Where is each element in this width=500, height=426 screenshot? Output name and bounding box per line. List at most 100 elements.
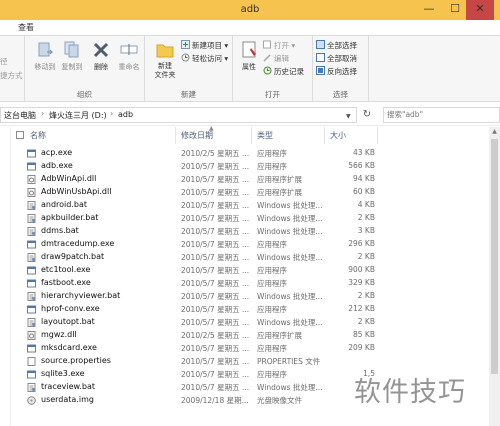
file-row[interactable]: layoutopt.bat 2010/5/7 星期五 ... Windows 批处理… (11, 316, 489, 329)
rename-button[interactable]: 重命名 (115, 40, 143, 72)
copy-path-label[interactable]: 径 (0, 56, 8, 68)
copy-to-button[interactable]: 复制到 (58, 40, 86, 72)
file-name: traceview.bat (41, 382, 95, 391)
column-date[interactable]: 修改日期 (181, 130, 213, 141)
file-icon (27, 357, 36, 366)
paste-shortcut-label[interactable]: 捷方式 (0, 70, 23, 82)
scroll-up-icon[interactable]: ▲ (489, 128, 500, 135)
file-date: 2010/5/7 星期五 ... (181, 370, 249, 379)
history-button[interactable]: 历史记录 (263, 66, 304, 78)
column-size[interactable]: 大小 (330, 130, 346, 141)
file-row[interactable]: apkbuilder.bat 2010/5/7 星期五 ... Windows 批处… (11, 212, 489, 225)
file-row[interactable]: ddms.bat 2010/5/7 星期五 ... Windows 批处理... 3 … (11, 225, 489, 238)
address-bar[interactable]: 这台电脑 › 烽火连三月 (D:) › adb ▼ (0, 107, 357, 123)
column-name[interactable]: 名称 (30, 130, 46, 141)
file-date: 2010/2/5 星期五 ... (181, 149, 249, 158)
file-row[interactable]: AdbWinUsbApi.dll 2010/5/7 星期五 ... 应用程序扩展 60… (11, 186, 489, 199)
vertical-scrollbar[interactable]: ▲ (489, 127, 500, 426)
file-row[interactable]: fastboot.exe 2010/5/7 星期五 ... 应用程序 329 KB (11, 277, 489, 290)
new-item-button[interactable]: 新建项目 ▾ (181, 40, 228, 52)
file-type: 应用程序 (257, 149, 287, 158)
chevron-down-icon[interactable]: ▼ (346, 113, 351, 120)
open-icon (263, 40, 271, 49)
file-name: etc1tool.exe (41, 265, 91, 274)
minimize-button[interactable]: — (415, 0, 443, 20)
select-none-icon (316, 53, 325, 62)
file-type: 应用程序 (257, 279, 287, 288)
file-row[interactable]: AdbWinApi.dll 2010/5/7 星期五 ... 应用程序扩展 94 KB (11, 173, 489, 186)
file-row[interactable]: etc1tool.exe 2010/5/7 星期五 ... 应用程序 900 KB (11, 264, 489, 277)
scrollbar-thumb[interactable] (491, 139, 498, 374)
file-name: apkbuilder.bat (41, 213, 99, 222)
invert-selection-button[interactable]: 反向选择 (316, 66, 357, 78)
exe-icon (27, 240, 36, 249)
file-size: 329 KB (348, 278, 375, 287)
file-row[interactable]: adb.exe 2010/5/7 星期五 ... 应用程序 566 KB (11, 160, 489, 173)
file-row[interactable]: dmtracedump.exe 2010/5/7 星期五 ... 应用程序 296 K… (11, 238, 489, 251)
breadcrumb-drive-d[interactable]: 烽火连三月 (D:) (49, 110, 107, 121)
history-icon (263, 66, 272, 75)
file-type: Windows 批处理... (257, 383, 323, 392)
navigation-pane[interactable] (0, 127, 11, 426)
delete-button[interactable]: 删除 (87, 40, 115, 72)
file-name: hprof-conv.exe (41, 304, 100, 313)
file-date: 2010/5/7 星期五 ... (181, 240, 249, 249)
column-type[interactable]: 类型 (257, 130, 273, 141)
bat-icon (27, 253, 36, 262)
breadcrumb-this-pc[interactable]: 这台电脑 (4, 110, 36, 121)
file-name: layoutopt.bat (41, 317, 95, 326)
tab-view[interactable]: 查看 (18, 22, 34, 33)
file-name: ddms.bat (41, 226, 79, 235)
file-name: android.bat (41, 200, 88, 209)
file-name: acp.exe (41, 148, 73, 157)
refresh-icon[interactable]: ↻ (360, 109, 374, 120)
search-input[interactable] (387, 110, 487, 119)
close-button[interactable]: ✕ (466, 0, 494, 20)
column-divider[interactable] (324, 127, 325, 144)
column-divider[interactable] (175, 127, 176, 144)
file-size: 60 KB (353, 187, 375, 196)
exe-icon (27, 370, 36, 379)
exe-icon (27, 149, 36, 158)
file-row[interactable]: hprof-conv.exe 2010/5/7 星期五 ... 应用程序 212 KB (11, 303, 489, 316)
search-box[interactable] (383, 107, 500, 123)
file-row[interactable]: android.bat 2010/5/7 星期五 ... Windows 批处理..… (11, 199, 489, 212)
column-divider[interactable] (377, 127, 378, 144)
file-date: 2010/5/7 星期五 ... (181, 383, 249, 392)
file-size: 94 KB (353, 174, 375, 183)
breadcrumb-separator-icon: › (41, 109, 45, 118)
file-type: Windows 批处理... (257, 227, 323, 236)
column-divider[interactable] (251, 127, 252, 144)
easy-access-button[interactable]: 轻松访问 ▾ (181, 53, 228, 65)
bat-icon (27, 292, 36, 301)
file-row[interactable]: source.properties 2010/5/7 星期五 ... PROPERT… (11, 355, 489, 368)
file-name: mksdcard.exe (41, 343, 97, 352)
breadcrumb-adb[interactable]: adb (118, 110, 133, 119)
new-folder-button[interactable]: 新建 文件夹 (149, 40, 181, 80)
edit-button[interactable]: 编辑 (263, 53, 289, 65)
properties-button[interactable]: 属性 (236, 40, 262, 72)
select-all-button[interactable]: 全部选择 (316, 40, 357, 52)
easy-access-icon (181, 53, 190, 62)
file-type: 应用程序 (257, 266, 287, 275)
new-group: 新建 文件夹 新建项目 ▾ 轻松访问 ▾ 新建 (145, 36, 233, 102)
select-all-checkbox[interactable] (16, 131, 24, 139)
rename-icon (120, 44, 138, 55)
open-button[interactable]: 打开 ▾ (263, 40, 295, 52)
file-date: 2010/5/7 星期五 ... (181, 318, 249, 327)
file-row[interactable]: mksdcard.exe 2010/5/7 星期五 ... 应用程序 209 KB (11, 342, 489, 355)
exe-icon (27, 162, 36, 171)
file-row[interactable]: draw9patch.bat 2010/5/7 星期五 ... Windows 批处… (11, 251, 489, 264)
title-bar: adb — ☐ ✕ (0, 0, 500, 20)
file-row[interactable]: mgwz.dll 2010/2/5 星期五 ... 应用程序扩展 85 KB (11, 329, 489, 342)
img-icon (27, 396, 36, 405)
file-row[interactable]: hierarchyviewer.bat 2010/5/7 星期五 ... Windo… (11, 290, 489, 303)
maximize-button[interactable]: ☐ (441, 0, 469, 20)
file-type: PROPERTIES 文件 (257, 357, 321, 366)
select-none-button[interactable]: 全部取消 (316, 53, 357, 65)
exe-icon (27, 266, 36, 275)
new-group-label: 新建 (181, 90, 196, 99)
file-row[interactable]: acp.exe 2010/2/5 星期五 ... 应用程序 43 KB (11, 147, 489, 160)
file-size: 900 KB (348, 265, 375, 274)
move-to-button[interactable]: 移动到 (31, 40, 59, 72)
